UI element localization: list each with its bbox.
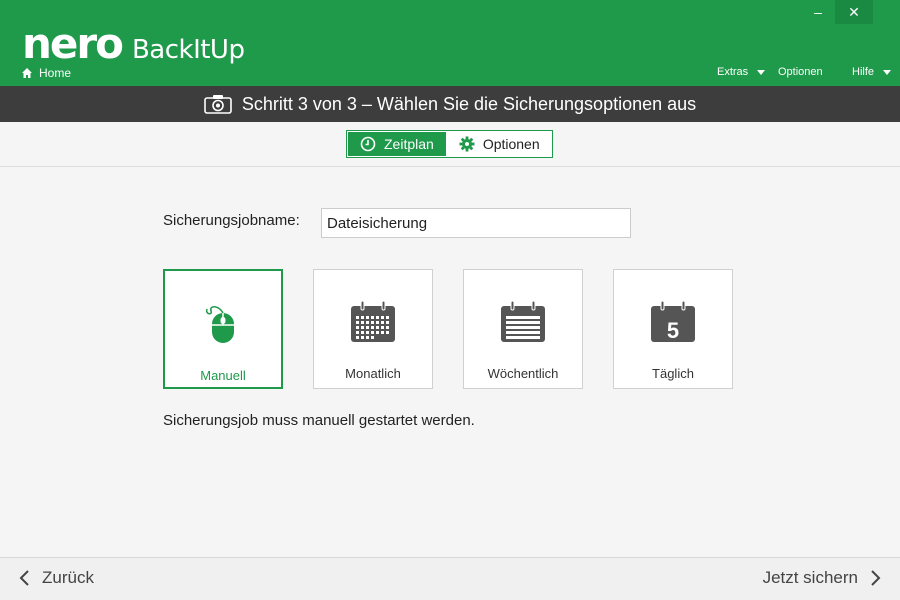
schedule-option-label: Wöchentlich — [487, 366, 559, 381]
tab-group: Zeitplan Optionen — [346, 130, 553, 158]
tab-zeitplan[interactable]: Zeitplan — [347, 131, 447, 157]
tab-optionen[interactable]: Optionen — [446, 131, 552, 157]
calendar-week-icon — [501, 300, 545, 342]
schedule-option-monatlich[interactable]: Monatlich — [313, 269, 433, 389]
schedule-option-label: Monatlich — [345, 366, 401, 381]
schedule-option-taeglich[interactable]: 5 Täglich — [613, 269, 733, 389]
close-button[interactable]: ✕ — [835, 0, 873, 24]
back-button[interactable]: Zurück — [18, 568, 94, 588]
schedule-option-woechentlich[interactable]: Wöchentlich — [463, 269, 583, 389]
chevron-down-icon — [883, 69, 892, 75]
menu-hilfe[interactable]: Hilfe — [852, 66, 892, 78]
menu-hilfe-label: Hilfe — [852, 66, 875, 78]
camera-icon — [204, 95, 232, 114]
backup-now-button[interactable]: Jetzt sichern — [763, 568, 882, 588]
tab-bar: Zeitplan Optionen — [0, 122, 900, 167]
home-link-label: Home — [39, 66, 72, 80]
logo-product-name: BackItUp — [131, 35, 245, 65]
gear-icon — [459, 136, 475, 152]
app-logo: nero BackItUp — [22, 19, 245, 68]
calendar-day-number: 5 — [667, 318, 679, 343]
tab-zeitplan-label: Zeitplan — [384, 136, 434, 152]
minimize-button[interactable]: – — [800, 0, 836, 24]
chevron-left-icon — [19, 570, 29, 586]
menu-extras-label: Extras — [717, 66, 749, 78]
mouse-icon — [205, 306, 234, 343]
chevron-right-icon — [871, 570, 881, 586]
menu-extras[interactable]: Extras — [717, 66, 766, 78]
back-button-label: Zurück — [42, 568, 94, 587]
logo-brand: nero — [22, 19, 124, 68]
schedule-option-label: Täglich — [652, 366, 694, 381]
schedule-option-manuell[interactable]: Manuell — [163, 269, 283, 389]
schedule-option-label: Manuell — [200, 368, 246, 383]
footer-bar: Zurück Jetzt sichern — [0, 557, 900, 600]
schedule-description: Sicherungsjob muss manuell gestartet wer… — [163, 412, 475, 429]
home-link[interactable]: Home — [21, 66, 71, 80]
step-title: Schritt 3 von 3 – Wählen Sie die Sicheru… — [241, 93, 697, 114]
tab-optionen-label: Optionen — [482, 136, 540, 152]
home-icon — [22, 68, 32, 78]
step-banner: Schritt 3 von 3 – Wählen Sie die Sicheru… — [0, 86, 900, 122]
calendar-month-icon — [351, 300, 395, 342]
menu-optionen-label: Optionen — [778, 66, 823, 78]
clock-icon — [360, 136, 376, 152]
jobname-input[interactable] — [321, 208, 631, 238]
calendar-day-icon: 5 — [651, 300, 695, 343]
menu-optionen[interactable]: Optionen — [778, 66, 823, 78]
app-header: – ✕ nero BackItUp Home Extras Optionen H… — [0, 0, 900, 86]
jobname-label: Sicherungsjobname: — [163, 212, 300, 229]
chevron-down-icon — [757, 69, 766, 75]
backup-now-label: Jetzt sichern — [762, 568, 858, 587]
